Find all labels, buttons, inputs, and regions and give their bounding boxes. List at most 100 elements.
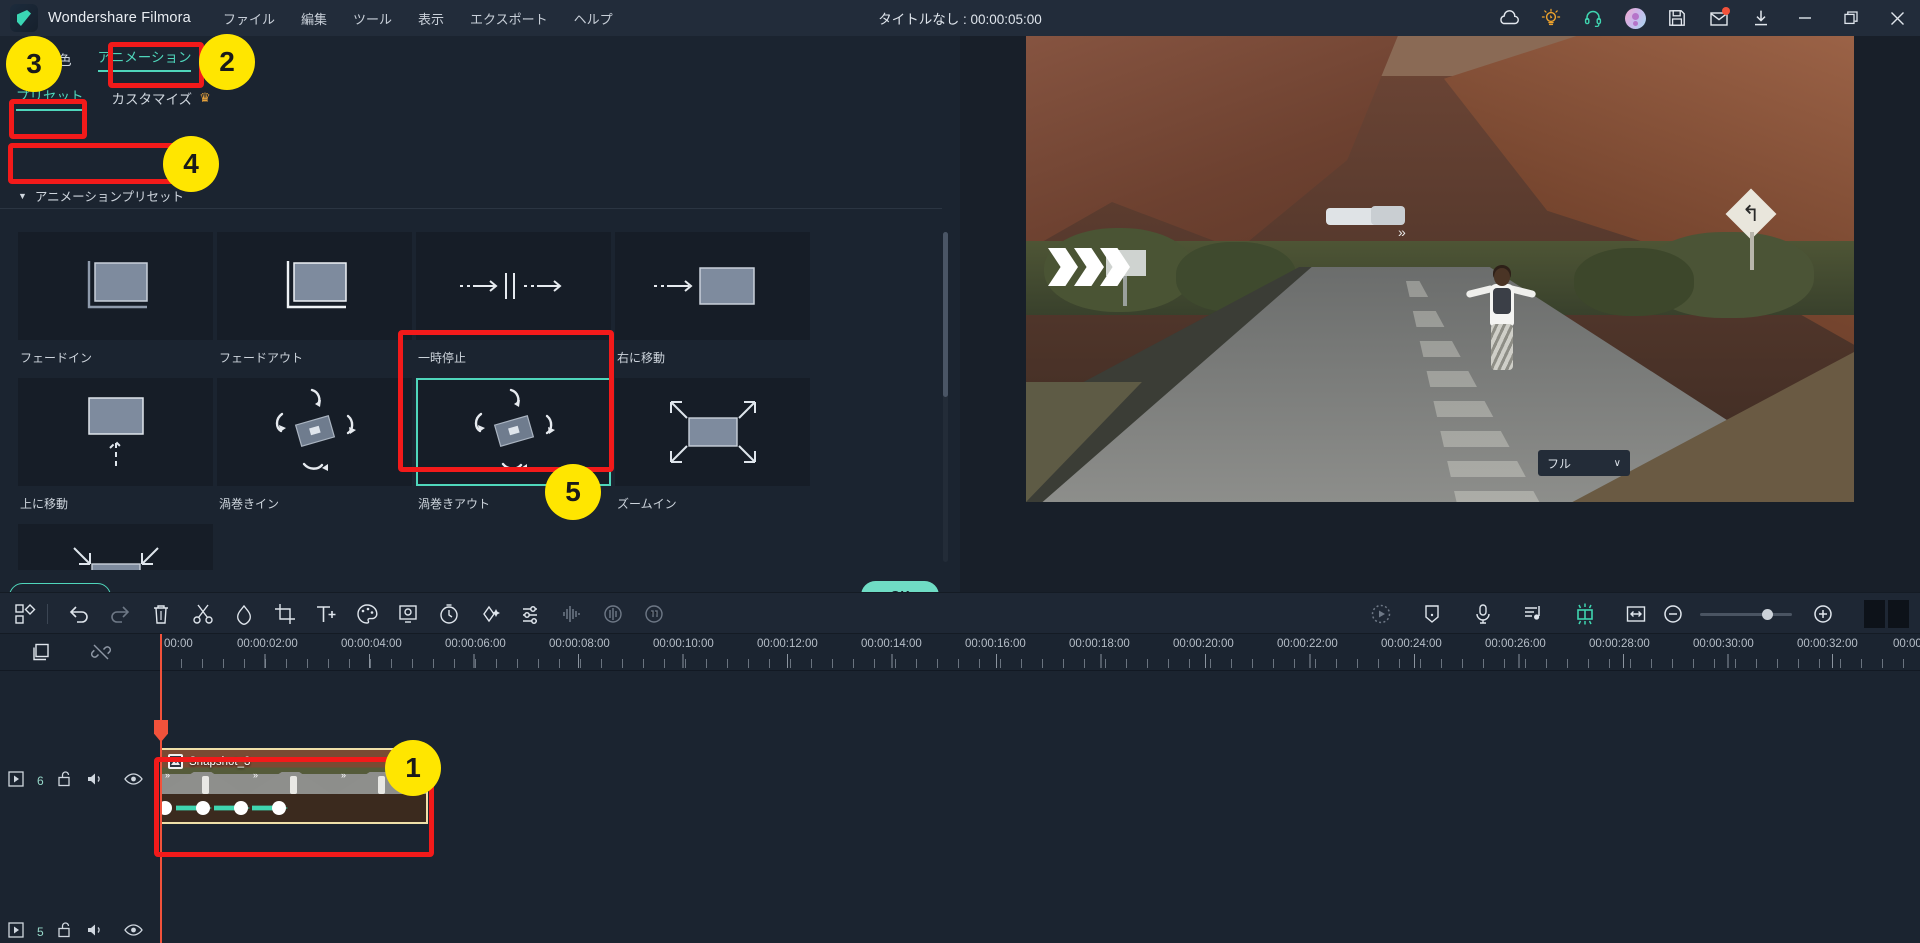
audio-mix-icon[interactable] xyxy=(1521,601,1547,627)
clip-name: Snapshot_3 xyxy=(189,756,250,768)
keyframe-marker[interactable] xyxy=(234,801,248,815)
zoom-in-button[interactable] xyxy=(1810,601,1836,627)
menu-view[interactable]: 表示 xyxy=(418,9,444,28)
auto-highlight-icon[interactable] xyxy=(1572,601,1598,627)
grid-icon[interactable] xyxy=(12,601,38,627)
render-preview-icon[interactable] xyxy=(1368,601,1394,627)
minimize-button[interactable] xyxy=(1782,0,1828,36)
thumbnail-toggle[interactable] xyxy=(1864,600,1910,628)
color-icon[interactable] xyxy=(354,601,380,627)
preset-move-right[interactable]: 右に移動 xyxy=(615,232,810,371)
menu-edit[interactable]: 編集 xyxy=(301,9,327,28)
preview-scrubber[interactable]: { } 00:00:00:00 xyxy=(960,455,1920,499)
track-play-icon[interactable] xyxy=(8,771,24,792)
avatar[interactable] xyxy=(1614,0,1656,36)
keyframe-marker[interactable] xyxy=(272,801,286,815)
zoom-in-icon xyxy=(615,378,810,486)
keyframe-marker[interactable] xyxy=(196,801,210,815)
save-icon[interactable] xyxy=(1656,0,1698,36)
audio-icon[interactable] xyxy=(559,601,585,627)
render-icon[interactable] xyxy=(641,601,667,627)
adjust-icon[interactable] xyxy=(518,601,544,627)
preset-zoom-in[interactable]: ズームイン xyxy=(615,378,810,517)
menu-export[interactable]: エクスポート xyxy=(470,9,548,28)
track-number: 6 xyxy=(37,774,44,788)
menu-file[interactable]: ファイル xyxy=(223,9,275,28)
annotation-badge-1: 1 xyxy=(385,740,441,796)
app-logo-icon xyxy=(10,4,38,32)
ruler-label: 00:00:10:00 xyxy=(653,638,714,650)
cloud-icon[interactable] xyxy=(1488,0,1530,36)
detach-icon[interactable] xyxy=(600,601,626,627)
preset-fade-out[interactable]: フェードアウト xyxy=(217,232,412,371)
preset-zoom-out[interactable] xyxy=(18,524,213,570)
preset-fade-in[interactable]: フェードイン xyxy=(18,232,213,371)
video-canvas[interactable]: » xyxy=(1026,36,1854,502)
menu-help[interactable]: ヘルプ xyxy=(574,9,613,28)
crop-icon[interactable] xyxy=(272,601,298,627)
preset-label: フェードイン xyxy=(18,349,213,366)
ruler-label: 00:00:28:00 xyxy=(1589,638,1650,650)
timeline-header xyxy=(0,634,160,670)
tab-animation[interactable]: アニメーション xyxy=(98,46,192,72)
speed-icon[interactable] xyxy=(436,601,462,627)
menu-tools[interactable]: ツール xyxy=(353,9,392,28)
tab-customize[interactable]: カスタマイズ xyxy=(112,88,193,108)
headset-icon[interactable] xyxy=(1572,0,1614,36)
fade-out-icon xyxy=(217,232,412,340)
playhead[interactable] xyxy=(160,634,162,943)
restore-button[interactable] xyxy=(1828,0,1874,36)
text-icon[interactable] xyxy=(313,601,339,627)
clip-title: Snapshot_3 xyxy=(168,754,250,769)
unlink-icon[interactable] xyxy=(86,637,116,667)
add-track-icon[interactable] xyxy=(26,637,56,667)
mute-icon[interactable] xyxy=(87,922,105,943)
undo-icon[interactable] xyxy=(66,601,92,627)
animation-preset-section-header[interactable]: ▼ アニメーションプリセット xyxy=(18,186,184,205)
close-button[interactable] xyxy=(1874,0,1920,36)
delete-icon[interactable] xyxy=(148,601,174,627)
marker-icon[interactable] xyxy=(231,601,257,627)
preset-pause[interactable]: 一時停止 xyxy=(416,232,611,371)
mute-icon[interactable] xyxy=(87,771,105,792)
split-icon[interactable] xyxy=(190,601,216,627)
zoom-slider[interactable] xyxy=(1700,613,1792,616)
track-controls: 5 xyxy=(8,921,143,943)
marker-add-icon[interactable] xyxy=(1419,601,1445,627)
mail-icon[interactable] xyxy=(1698,0,1740,36)
primary-tabs: 色 アニメーション xyxy=(0,42,960,76)
scrollbar-thumb[interactable] xyxy=(943,232,948,397)
voiceover-icon[interactable] xyxy=(1470,601,1496,627)
download-icon[interactable] xyxy=(1740,0,1782,36)
preset-scrollbar[interactable] xyxy=(943,232,948,562)
animation-panel: 色 アニメーション プリセット カスタマイズ ♛ ▼ アニメーションプリセット … xyxy=(0,36,960,592)
timeline-ruler[interactable]: 00:00 00:00:02:00 00:00:04:00 00:00:06:0… xyxy=(160,634,1920,670)
preset-swirl-in[interactable]: 渦巻きイン xyxy=(217,378,412,517)
unlock-icon[interactable] xyxy=(57,770,74,792)
ruler-label: 00:00:16:00 xyxy=(965,638,1026,650)
fade-in-icon xyxy=(18,232,213,340)
editing-toolbar xyxy=(0,592,1920,634)
fit-icon[interactable] xyxy=(1623,601,1649,627)
zoom-slider-handle[interactable] xyxy=(1762,609,1773,620)
move-right-icon xyxy=(615,232,810,340)
mask-icon[interactable] xyxy=(395,601,421,627)
image-icon xyxy=(168,754,183,769)
track-play-icon[interactable] xyxy=(8,922,24,943)
keyframe-icon[interactable] xyxy=(477,601,503,627)
track-controls: 6 xyxy=(8,770,143,792)
unlock-icon[interactable] xyxy=(57,921,74,943)
toolbar-divider xyxy=(47,604,48,624)
eye-icon[interactable] xyxy=(124,923,143,942)
zoom-out-button[interactable] xyxy=(1660,601,1686,627)
preset-move-up[interactable]: 上に移動 xyxy=(18,378,213,517)
menu-bar: ファイル 編集 ツール 表示 エクスポート ヘルプ xyxy=(223,9,613,28)
preset-label: 渦巻きイン xyxy=(217,495,412,512)
ruler-label: 00:00 xyxy=(164,638,193,650)
redo-icon[interactable] xyxy=(107,601,133,627)
eye-icon[interactable] xyxy=(124,772,143,791)
keyframe-strip[interactable] xyxy=(162,794,426,822)
subject-person xyxy=(1464,268,1534,398)
quality-dropdown[interactable]: フル ∨ xyxy=(1538,450,1630,476)
lightbulb-icon[interactable] xyxy=(1530,0,1572,36)
